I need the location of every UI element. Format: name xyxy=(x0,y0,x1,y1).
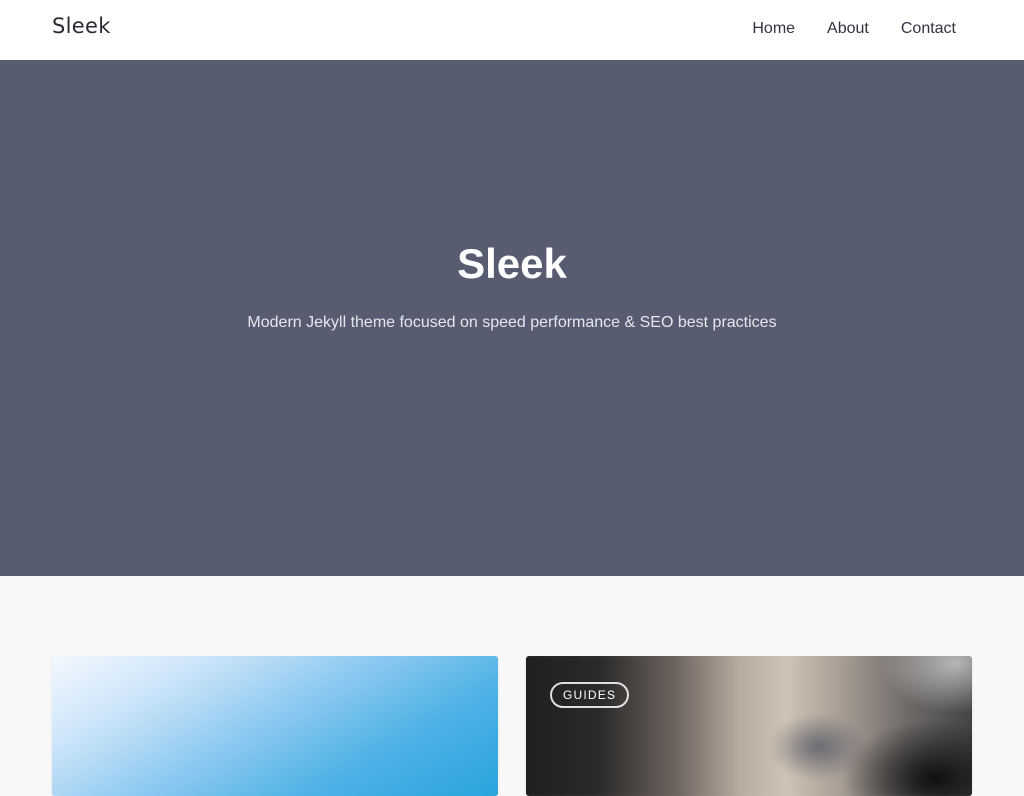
nav-link-contact[interactable]: Contact xyxy=(901,20,956,38)
hero-title: Sleek xyxy=(457,240,567,287)
main-nav: Home About Contact xyxy=(752,20,956,38)
hero-subtitle: Modern Jekyll theme focused on speed per… xyxy=(247,314,777,331)
nav-link-about[interactable]: About xyxy=(827,20,869,38)
post-thumbnail-image[interactable] xyxy=(526,656,972,796)
post-tag-badge[interactable]: Guides xyxy=(550,682,630,708)
post-card[interactable]: Guides xyxy=(526,656,972,796)
nav-link-home[interactable]: Home xyxy=(752,20,795,38)
post-grid: Guides xyxy=(0,576,1024,796)
navbar: Sleek Home About Contact xyxy=(0,0,1024,60)
post-thumbnail-image[interactable] xyxy=(52,656,498,796)
post-card[interactable] xyxy=(52,656,498,796)
site-logo[interactable]: Sleek xyxy=(52,14,111,38)
hero-banner: Sleek Modern Jekyll theme focused on spe… xyxy=(0,60,1024,576)
